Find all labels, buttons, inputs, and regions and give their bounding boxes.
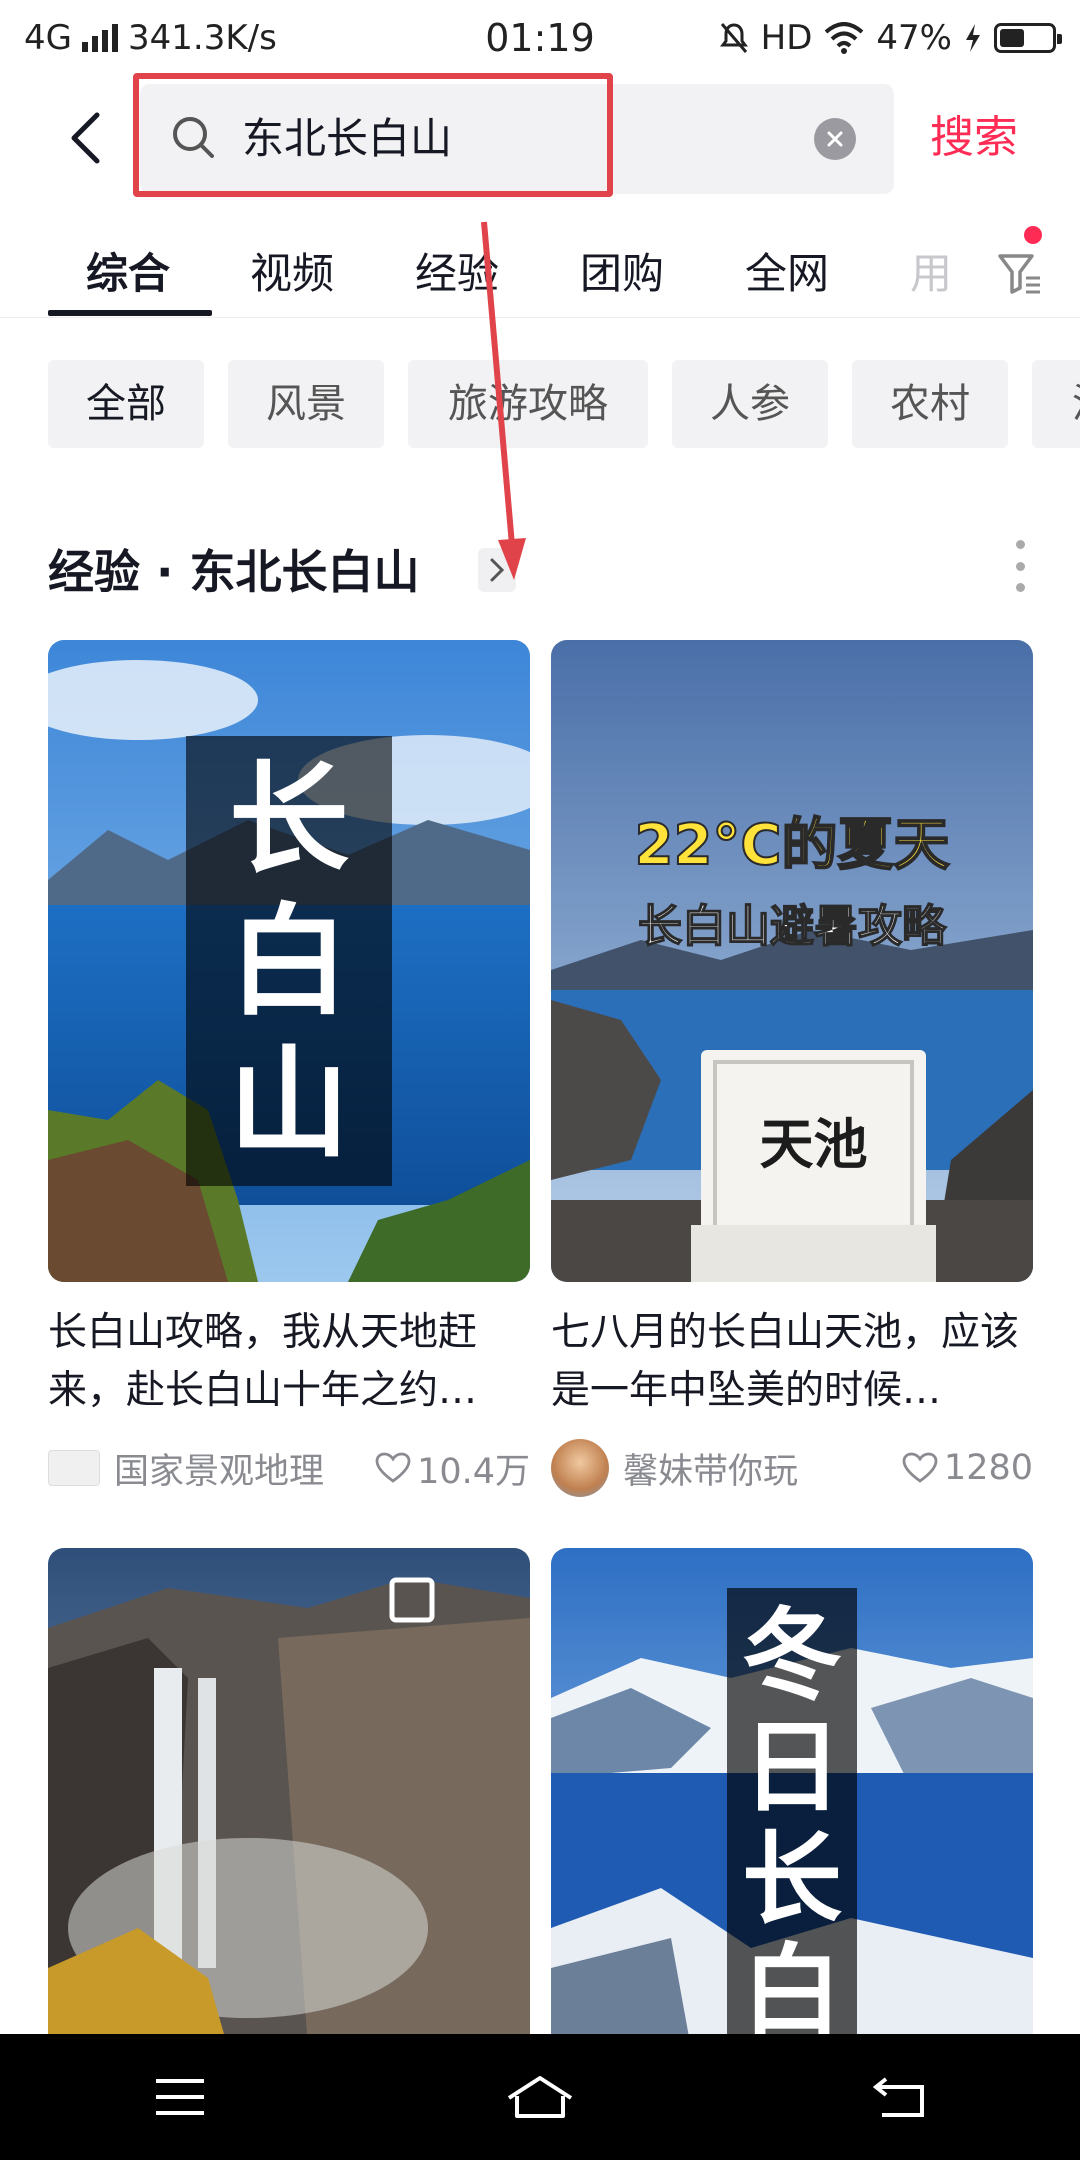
dot xyxy=(1015,583,1025,592)
overlay-char: 白 xyxy=(742,1933,842,2048)
card-author[interactable]: 馨妹带你玩 xyxy=(623,1443,902,1494)
avatar[interactable] xyxy=(48,1450,100,1486)
search-button[interactable]: 搜索 xyxy=(930,108,1018,168)
overlay-char: 白 xyxy=(229,893,349,1032)
result-card[interactable]: 长白山 长白山攻略，我从天地赶来，赴长白山十年之约… 国家景观地理 10.4万 xyxy=(48,640,530,1496)
filter-icon[interactable] xyxy=(996,240,1044,300)
card-author[interactable]: 国家景观地理 xyxy=(114,1443,375,1494)
back-button[interactable] xyxy=(50,100,120,176)
tab-web[interactable]: 全网 xyxy=(745,240,829,301)
chip-ginseng[interactable]: 人参 xyxy=(672,360,828,448)
battery-fill xyxy=(1000,29,1024,47)
active-tab-indicator xyxy=(48,310,212,316)
search-icon xyxy=(173,117,214,158)
section-title[interactable]: 经验 · 东北长白山 xyxy=(48,536,420,602)
result-card[interactable]: 冬日长白 xyxy=(551,1548,1033,2048)
chip-hot-spring[interactable]: 温 xyxy=(1032,360,1080,448)
like-count[interactable]: 1280 xyxy=(902,1448,1033,1488)
like-count-value: 1280 xyxy=(943,1448,1033,1488)
chevron-right-icon xyxy=(490,558,505,582)
network-speed: 341.3K/s xyxy=(127,18,277,58)
menu-icon xyxy=(156,2079,204,2115)
close-icon xyxy=(827,131,843,147)
heart-icon xyxy=(375,1452,411,1483)
search-query[interactable]: 东北长白山 xyxy=(242,84,452,194)
chip-travel-guide[interactable]: 旅游攻略 xyxy=(408,360,648,448)
card-thumbnail[interactable]: 冬日长白 xyxy=(551,1548,1033,2048)
card-thumbnail[interactable]: 长白山 xyxy=(48,640,530,1282)
network-type: 4G xyxy=(24,18,72,58)
signal-icon xyxy=(81,24,118,52)
battery-percent: 47% xyxy=(876,18,952,58)
overlay-char: 冬 xyxy=(742,1597,842,1714)
overlay-char: 山 xyxy=(229,1035,349,1174)
tab-video[interactable]: 视频 xyxy=(250,240,334,301)
mute-icon xyxy=(719,23,748,53)
like-count[interactable]: 10.4万 xyxy=(375,1443,530,1494)
charging-icon xyxy=(966,24,980,52)
card-overlay-title: 22°C的夏天 xyxy=(633,812,950,879)
card-title[interactable]: 长白山攻略，我从天地赶来，赴长白山十年之约… xyxy=(48,1304,530,1420)
result-card[interactable] xyxy=(48,1548,530,2048)
status-bar: 4G 341.3K/s 01:19 HD 47% xyxy=(0,0,1080,76)
home-button[interactable] xyxy=(495,2052,585,2142)
chip-countryside[interactable]: 农村 xyxy=(852,360,1008,448)
overlay-char: 长 xyxy=(742,1821,842,1938)
filter-chips: 全部 风景 旅游攻略 人参 农村 温 xyxy=(48,360,1080,448)
card-thumbnail[interactable] xyxy=(48,1548,530,2048)
like-count-value: 10.4万 xyxy=(417,1451,530,1492)
overlay-char: 长 xyxy=(229,751,349,890)
clear-search-button[interactable] xyxy=(814,118,856,160)
card-thumbnail[interactable]: 22°C的夏天 长白山避暑攻略 天池 xyxy=(551,640,1033,1282)
search-header: 东北长白山 搜索 xyxy=(0,80,1080,196)
card-meta: 国家景观地理 10.4万 xyxy=(48,1440,530,1496)
back-nav-button[interactable] xyxy=(855,2052,945,2142)
card-overlay-text: 冬日长白 xyxy=(727,1600,857,2048)
heart-icon xyxy=(902,1452,938,1483)
tianchi-lake-image xyxy=(551,640,1033,1282)
card-title[interactable]: 七八月的长白山天池，应该是一年中坠美的时候… xyxy=(551,1304,1033,1420)
menu-button[interactable] xyxy=(135,2052,225,2142)
card-meta: 馨妹带你玩 1280 xyxy=(551,1439,1033,1497)
result-card[interactable]: 22°C的夏天 长白山避暑攻略 天池 七八月的长白山天池，应该是一年中坠美的时候… xyxy=(551,640,1033,1497)
more-options-button[interactable] xyxy=(1008,540,1032,592)
tab-comprehensive[interactable]: 综合 xyxy=(86,240,170,301)
search-input[interactable]: 东北长白山 xyxy=(140,84,894,194)
dot xyxy=(1015,561,1025,571)
return-icon xyxy=(872,2077,924,2117)
avatar[interactable] xyxy=(551,1439,609,1497)
hd-indicator: HD xyxy=(760,18,813,58)
tab-group-buy[interactable]: 团购 xyxy=(580,240,664,301)
home-icon xyxy=(507,2076,573,2118)
notification-dot xyxy=(1024,226,1042,244)
chip-all[interactable]: 全部 xyxy=(48,360,204,448)
tab-users[interactable]: 用 xyxy=(910,240,952,301)
dot xyxy=(1015,540,1025,549)
overlay-char: 日 xyxy=(742,1709,842,1826)
battery-icon xyxy=(994,23,1062,53)
system-navigation-bar xyxy=(0,2034,1080,2160)
stone-inscription: 天池 xyxy=(759,1112,868,1176)
waterfall-image xyxy=(48,1548,530,2048)
card-overlay-text: 长白山 xyxy=(186,750,392,1176)
section-more-arrow[interactable] xyxy=(478,548,516,592)
result-tabs: 综合 视频 经验 团购 全网 用 xyxy=(0,222,1080,318)
tab-experience[interactable]: 经验 xyxy=(415,240,499,301)
card-overlay-subtitle: 长白山避暑攻略 xyxy=(637,900,947,953)
wifi-icon xyxy=(825,22,864,54)
chip-scenery[interactable]: 风景 xyxy=(228,360,384,448)
chevron-left-icon xyxy=(71,112,100,164)
